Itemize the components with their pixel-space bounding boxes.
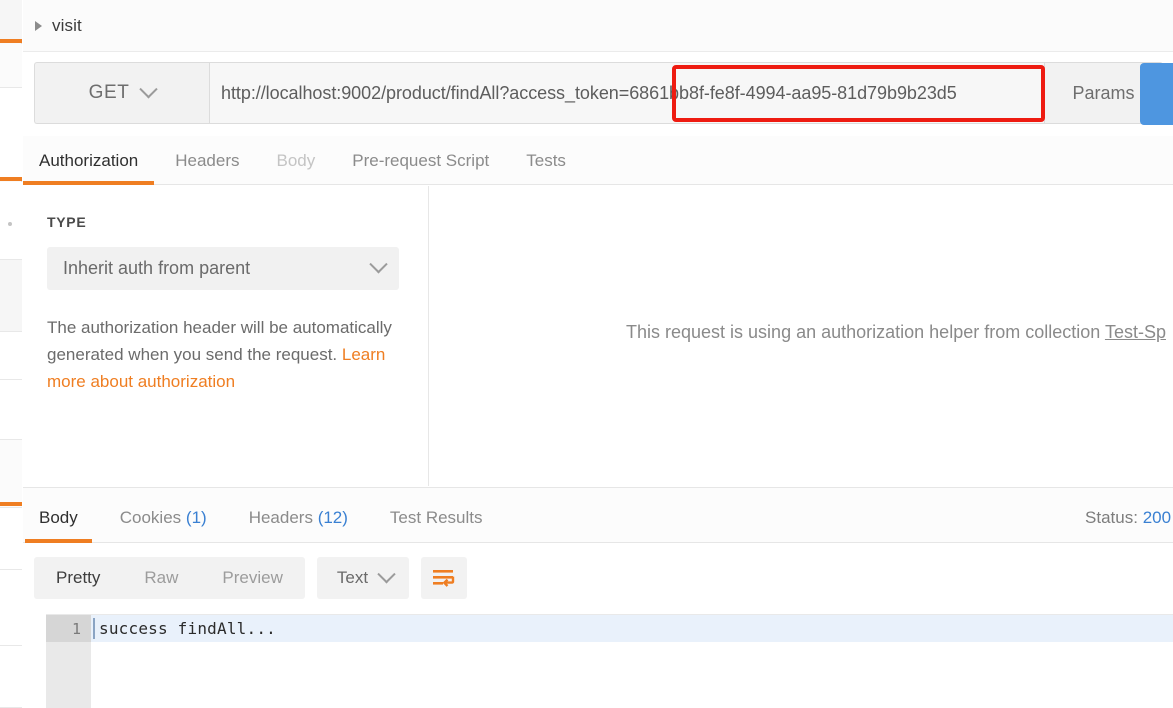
tab-pre-request-script-label: Pre-request Script	[352, 151, 490, 170]
auth-type-label: TYPE	[47, 214, 87, 230]
tab-authorization[interactable]: Authorization	[22, 151, 155, 185]
chevron-down-icon	[377, 564, 396, 583]
helper-message: This request is using an authorization h…	[430, 322, 1166, 343]
response-tab-body[interactable]: Body	[25, 508, 92, 543]
auth-help-text: The authorization header will be automat…	[47, 314, 392, 395]
text-cursor	[93, 618, 95, 639]
view-mode-raw[interactable]: Raw	[122, 557, 200, 599]
sidebar-row[interactable]	[0, 0, 22, 43]
send-button[interactable]	[1140, 63, 1173, 125]
response-toolbar: Pretty Raw Preview Text	[23, 544, 1173, 612]
sidebar-row[interactable]	[0, 88, 22, 180]
response-tab-cookies-label: Cookies	[119, 508, 182, 527]
authorization-pane: TYPE Inherit auth from parent The author…	[23, 186, 1173, 486]
sidebar-active-accent	[0, 177, 22, 181]
chevron-down-icon	[139, 79, 159, 98]
status-label: Status:	[1085, 508, 1138, 527]
editor-code-area[interactable]: success findAll...	[91, 615, 1173, 708]
word-wrap-icon	[433, 570, 455, 587]
postman-window: visit GET http://localhost:9002/product/…	[0, 0, 1173, 708]
url-input[interactable]: http://localhost:9002/product/findAll?ac…	[209, 62, 1045, 124]
tab-body[interactable]: Body	[277, 151, 316, 184]
editor-gutter: 1	[46, 615, 91, 708]
sidebar-row[interactable]	[0, 646, 22, 708]
url-bar: GET http://localhost:9002/product/findAl…	[34, 62, 1163, 124]
sidebar-row[interactable]	[0, 508, 22, 570]
view-mode-preview-label: Preview	[222, 568, 283, 587]
sidebar-row[interactable]	[0, 380, 22, 440]
sidebar-row[interactable]	[0, 332, 22, 380]
line-number: 1	[71, 619, 81, 638]
authorization-helper-notice: This request is using an authorization h…	[430, 186, 1173, 486]
response-tab-headers[interactable]: Headers (12)	[249, 508, 348, 542]
response-body-editor[interactable]: 1 success findAll...	[46, 614, 1173, 708]
tab-headers-label: Headers	[175, 151, 240, 170]
response-body-text: success findAll...	[99, 619, 276, 638]
request-response-panel: visit GET http://localhost:9002/product/…	[22, 0, 1173, 708]
sidebar-dot-icon	[8, 222, 12, 226]
response-tabs: Body Cookies (1) Headers (12) Test Resul…	[23, 487, 1173, 543]
url-input-value: http://localhost:9002/product/findAll?ac…	[221, 82, 957, 103]
tab-pre-request-script[interactable]: Pre-request Script	[352, 151, 489, 184]
auth-help-sentence: The authorization header will be automat…	[47, 318, 392, 364]
sidebar-row[interactable]	[0, 570, 22, 646]
tab-tests-label: Tests	[526, 151, 566, 170]
view-mode-pretty-label: Pretty	[56, 568, 101, 587]
authorization-settings: TYPE Inherit auth from parent The author…	[23, 186, 429, 486]
request-breadcrumb-bar: visit	[23, 0, 1173, 52]
response-tab-body-label: Body	[39, 508, 78, 527]
tab-headers[interactable]: Headers	[175, 151, 239, 184]
view-mode-preview[interactable]: Preview	[200, 557, 304, 599]
response-format-value: Text	[336, 568, 369, 587]
response-tab-test-results-label: Test Results	[389, 508, 483, 527]
tab-tests[interactable]: Tests	[526, 151, 566, 184]
chevron-down-icon	[369, 255, 388, 274]
sidebar-active-accent	[0, 502, 22, 506]
status-value: 200 O	[1142, 508, 1173, 527]
chevron-right-icon[interactable]	[35, 20, 42, 31]
sidebar-active-accent	[0, 39, 22, 43]
sidebar-row[interactable]	[0, 260, 22, 332]
http-method-label: GET	[88, 82, 130, 103]
helper-message-text: This request is using an authorization h…	[626, 321, 1105, 342]
http-method-selector[interactable]: GET	[34, 62, 209, 124]
tab-authorization-label: Authorization	[39, 151, 139, 170]
sidebar-row[interactable]	[0, 440, 22, 508]
cookies-count: (1)	[185, 508, 207, 527]
auth-type-value: Inherit auth from parent	[63, 258, 251, 278]
response-tab-test-results[interactable]: Test Results	[390, 508, 483, 542]
response-tab-cookies[interactable]: Cookies (1)	[120, 508, 207, 542]
sidebar-row[interactable]	[0, 182, 22, 260]
response-tab-headers-label: Headers	[248, 508, 313, 527]
helper-collection-link[interactable]: Test-Sp	[1105, 322, 1166, 342]
collection-sidebar-sliver[interactable]	[0, 0, 22, 708]
request-tabs: Authorization Headers Body Pre-request S…	[22, 136, 1173, 185]
response-view-mode-group: Pretty Raw Preview	[34, 557, 305, 599]
status-badge: Status: 200 O	[1085, 508, 1173, 528]
auth-type-select[interactable]: Inherit auth from parent	[47, 247, 399, 290]
view-mode-pretty[interactable]: Pretty	[34, 557, 122, 599]
word-wrap-button[interactable]	[421, 557, 468, 599]
view-mode-raw-label: Raw	[144, 568, 179, 587]
response-format-selector[interactable]: Text	[316, 557, 410, 599]
sidebar-row[interactable]	[0, 44, 22, 88]
tab-body-label: Body	[276, 151, 316, 170]
headers-count: (12)	[317, 508, 348, 527]
params-button-label: Params	[1072, 82, 1135, 103]
breadcrumb-label[interactable]: visit	[52, 16, 82, 36]
